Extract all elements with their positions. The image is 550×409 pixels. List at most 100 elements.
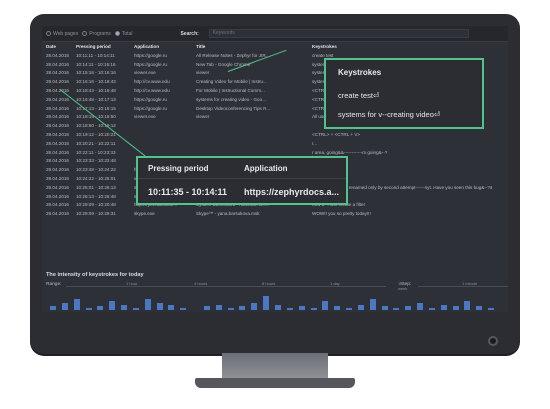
keystroke-bar — [180, 308, 187, 310]
filter-programs[interactable]: Programs — [82, 31, 111, 37]
keystroke-bar — [168, 304, 175, 310]
table-cell: 28.04.2016 — [46, 123, 69, 129]
keystroke-bar — [263, 295, 270, 310]
filter-total-label: Total — [121, 30, 133, 37]
keystroke-bar — [203, 306, 210, 310]
table-cell: 10:16:16 - 10:18:43 — [76, 79, 116, 85]
keystroke-bar — [121, 304, 128, 310]
table-cell: 28.04.2016 — [46, 61, 69, 67]
keystroke-bar — [50, 306, 56, 310]
filter-web-pages[interactable]: Web pages — [46, 31, 78, 37]
search-label: Search: — [180, 30, 199, 37]
table-cell: 10:23:48 - 10:24:22 — [76, 167, 116, 173]
step-slider[interactable]: 1 minute — [418, 281, 508, 287]
table-header-cell: Title — [196, 44, 206, 49]
radio-selected-icon — [114, 31, 120, 36]
keystroke-bar — [357, 304, 364, 310]
keystroke-bar — [251, 302, 258, 310]
range-slider[interactable]: 1 hour 4 hours 8 hours 1 day 1 week — [66, 281, 407, 291]
monitor: Web pages Programs Total Search: Keyword… — [30, 14, 520, 354]
filter-bar: Web pages Programs Total Search: Keyword… — [42, 26, 508, 42]
table-cell: 28.04.2016 — [46, 70, 69, 76]
table-cell: viewer.exe — [134, 114, 156, 120]
callout-divider — [138, 178, 346, 179]
table-cell: 28.04.2016 — [46, 202, 69, 208]
table-cell: Skype™ - yana.barsukova.msk — [196, 211, 260, 217]
table-cell: 10:29:09 - 10:20:48 — [76, 202, 116, 208]
table-cell: Desktop Videoconferencing Tips R... — [196, 105, 271, 111]
table-cell: 28.04.2016 — [46, 52, 69, 58]
table-cell: 10:24:22 - 10:25:01 — [76, 176, 116, 182]
keystroke-bar — [156, 302, 163, 310]
table-cell: All Release Notes - Zephyr for JIR... — [196, 52, 270, 58]
table-cell: 10:15:16 - 10:16:16 — [76, 70, 116, 76]
step-label: Step: — [400, 282, 412, 287]
keystroke-bar — [334, 306, 341, 310]
filter-total[interactable]: Total — [114, 30, 133, 37]
keystroke-bar — [73, 299, 80, 310]
table-cell: r... — [312, 140, 318, 146]
table-cell: 10:26:13 - 10:26:48 — [76, 193, 116, 199]
table-cell: For Mobile | Instructional Comm... — [196, 88, 265, 94]
table-cell: 28.04.2016 — [46, 176, 69, 182]
table-cell: skype.exe — [134, 211, 155, 217]
radio-icon — [46, 31, 51, 36]
monitor-stand-base — [195, 378, 355, 388]
table-cell: https://google.ru — [134, 105, 167, 111]
keystroke-bar — [381, 306, 388, 310]
keystroke-bar — [275, 304, 281, 310]
range-tick[interactable]: 8 hours — [262, 281, 275, 286]
keystroke-bar — [464, 301, 471, 310]
range-tick[interactable]: 4 hours — [194, 281, 207, 286]
search-input[interactable]: Keywords — [208, 29, 469, 38]
power-button[interactable] — [488, 336, 498, 346]
keystrokes-callout-title: Keystrokes — [338, 68, 382, 77]
keystroke-bar — [440, 304, 447, 310]
table-row[interactable]: 28.04.2016 10:20:21 - 10:22:11 r... — [42, 139, 508, 148]
step-tick[interactable]: 1 minute — [462, 281, 477, 286]
period-callout: Pressing period Application 10:11:35 - 1… — [136, 156, 348, 205]
range-tick[interactable]: 1 hour — [126, 281, 137, 286]
keystroke-bar — [227, 308, 234, 310]
table-cell: http://cv.www.edu — [134, 88, 170, 94]
range-tick[interactable]: 1 day — [330, 281, 340, 286]
table-cell: 10:18:43 - 10:16:48 — [76, 88, 116, 94]
keystroke-bar — [393, 308, 400, 310]
table-cell: 28.04.2016 — [46, 158, 69, 164]
table-cell: 28.04.2016 — [46, 167, 69, 173]
chart-title: The intensity of keystrokes for today — [46, 272, 144, 278]
keystroke-bars — [42, 292, 508, 310]
keystroke-bar — [405, 306, 412, 310]
table-cell: 28.04.2016 — [46, 149, 69, 155]
table-row[interactable]: 28.04.2016 10:29:09 - 10:29:31 skype.exe Sk… — [42, 209, 508, 218]
radio-icon — [82, 31, 88, 36]
keystroke-bar — [310, 308, 317, 310]
keystroke-bar — [488, 308, 495, 310]
keystroke-bar — [346, 308, 353, 310]
keystroke-bar — [239, 306, 246, 310]
table-cell: 10:22:11 - 10:23:33 — [76, 149, 116, 155]
table-header-cell: Keystrokes — [312, 44, 337, 49]
application-callout-value: https://zephyrdocs.a... — [244, 187, 340, 197]
table-cell: 28.04.2016 — [46, 140, 69, 146]
keystroke-bar — [369, 299, 376, 310]
table-cell: viewer — [196, 70, 210, 76]
table-cell: 10:18:15 - 10:18:50 — [76, 114, 134, 119]
keystroke-bar — [428, 308, 435, 310]
application-callout-header: Application — [244, 164, 288, 173]
keystroke-bar — [452, 306, 459, 310]
table-cell: 10:14:11 - 10:15:16 — [76, 61, 116, 67]
table-cell: 28.04.2016 — [46, 184, 69, 190]
table-cell: Creating Video for Mobile | Instru... — [196, 79, 267, 85]
keystrokes-callout-item: systems for v--creating video⏎ — [338, 110, 441, 119]
keystroke-bar — [144, 299, 151, 310]
keystroke-bar — [85, 308, 92, 310]
table-cell: https://google.ru — [134, 96, 167, 102]
table-cell: WOW!! you so pretty today!!! — [312, 211, 371, 217]
keystroke-bar — [286, 308, 293, 310]
table-header-cell: Application — [134, 44, 160, 49]
table-header-cell: Pressing period — [76, 44, 111, 49]
table-cell: r area, going&&------------m going&--? — [312, 149, 388, 155]
keystroke-bar — [476, 306, 483, 310]
filter-programs-label: Programs — [89, 30, 111, 37]
